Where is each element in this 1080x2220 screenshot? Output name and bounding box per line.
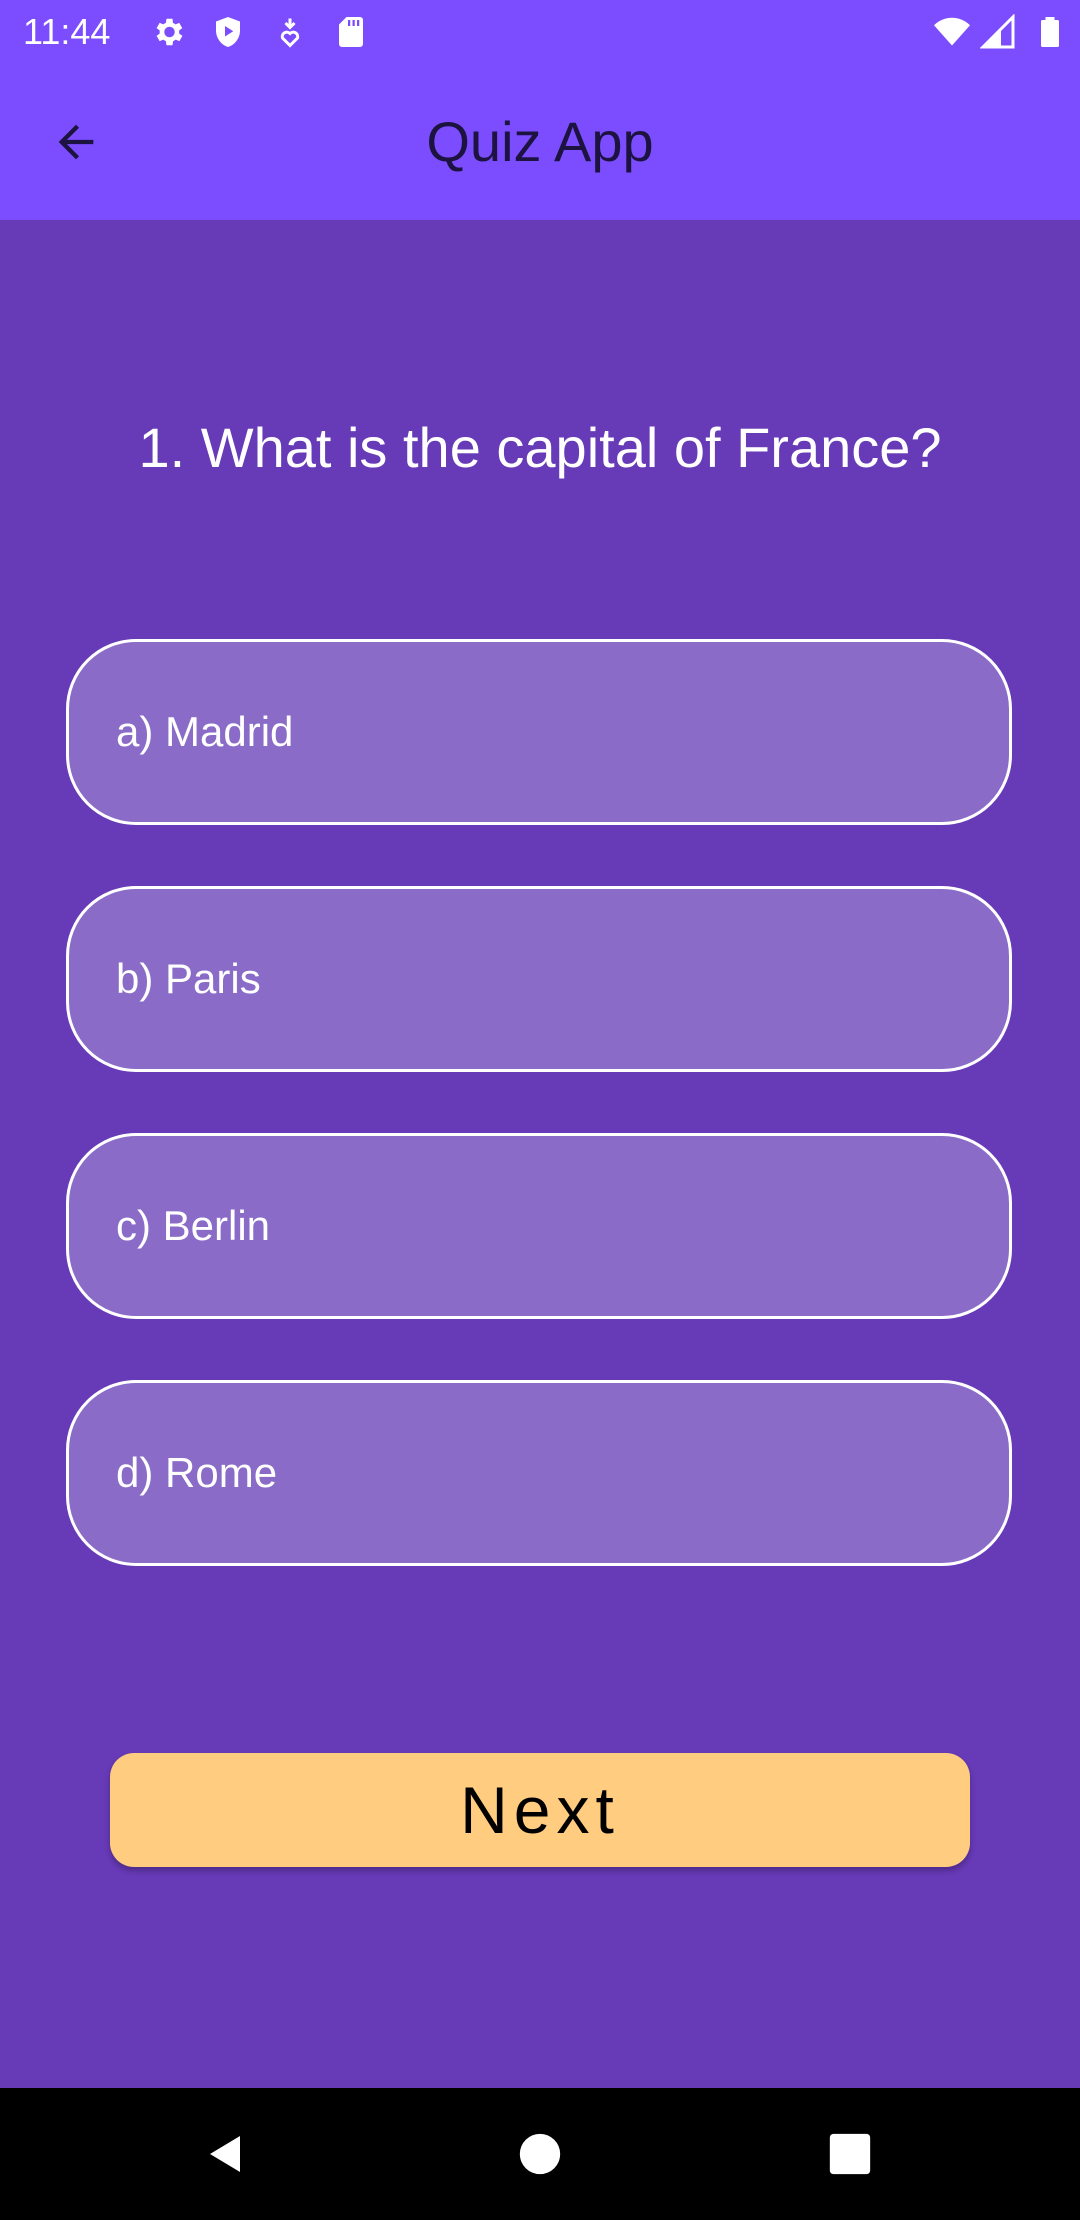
status-bar: 11:44 — [0, 0, 1080, 64]
quiz-screen: 11:44 Quiz App 1. What is the capital of… — [0, 0, 1080, 2220]
battery-icon — [1041, 17, 1059, 47]
wifi-icon — [934, 17, 970, 46]
option-a-label: a) Madrid — [116, 708, 294, 755]
download-heart-icon — [280, 18, 300, 48]
back-triangle-icon — [210, 2136, 240, 2172]
status-time: 11:44 — [23, 11, 111, 52]
question-text: 1. What is the capital of France? — [138, 416, 942, 479]
signal-icon — [980, 14, 1015, 49]
option-b-label: b) Paris — [116, 955, 261, 1002]
nav-back-button[interactable] — [188, 2116, 264, 2192]
app-title: Quiz App — [426, 110, 654, 173]
option-a-button[interactable]: a) Madrid — [66, 639, 1012, 825]
next-button[interactable]: Next — [110, 1753, 970, 1867]
arrow-back-icon — [58, 124, 94, 160]
nav-home-button[interactable] — [502, 2116, 578, 2192]
back-button[interactable] — [40, 106, 112, 178]
home-circle-icon — [519, 2133, 561, 2175]
option-c-button[interactable]: c) Berlin — [66, 1133, 1012, 1319]
option-d-button[interactable]: d) Rome — [66, 1380, 1012, 1566]
next-button-label: Next — [460, 1773, 620, 1847]
option-b-button[interactable]: b) Paris — [66, 886, 1012, 1072]
nav-recents-button[interactable] — [812, 2116, 888, 2192]
recents-square-icon — [829, 2133, 871, 2175]
gear-icon — [156, 18, 183, 46]
sd-card-icon — [339, 17, 363, 47]
shield-play-icon — [216, 17, 240, 47]
option-c-label: c) Berlin — [116, 1202, 271, 1249]
option-d-label: d) Rome — [116, 1449, 278, 1496]
